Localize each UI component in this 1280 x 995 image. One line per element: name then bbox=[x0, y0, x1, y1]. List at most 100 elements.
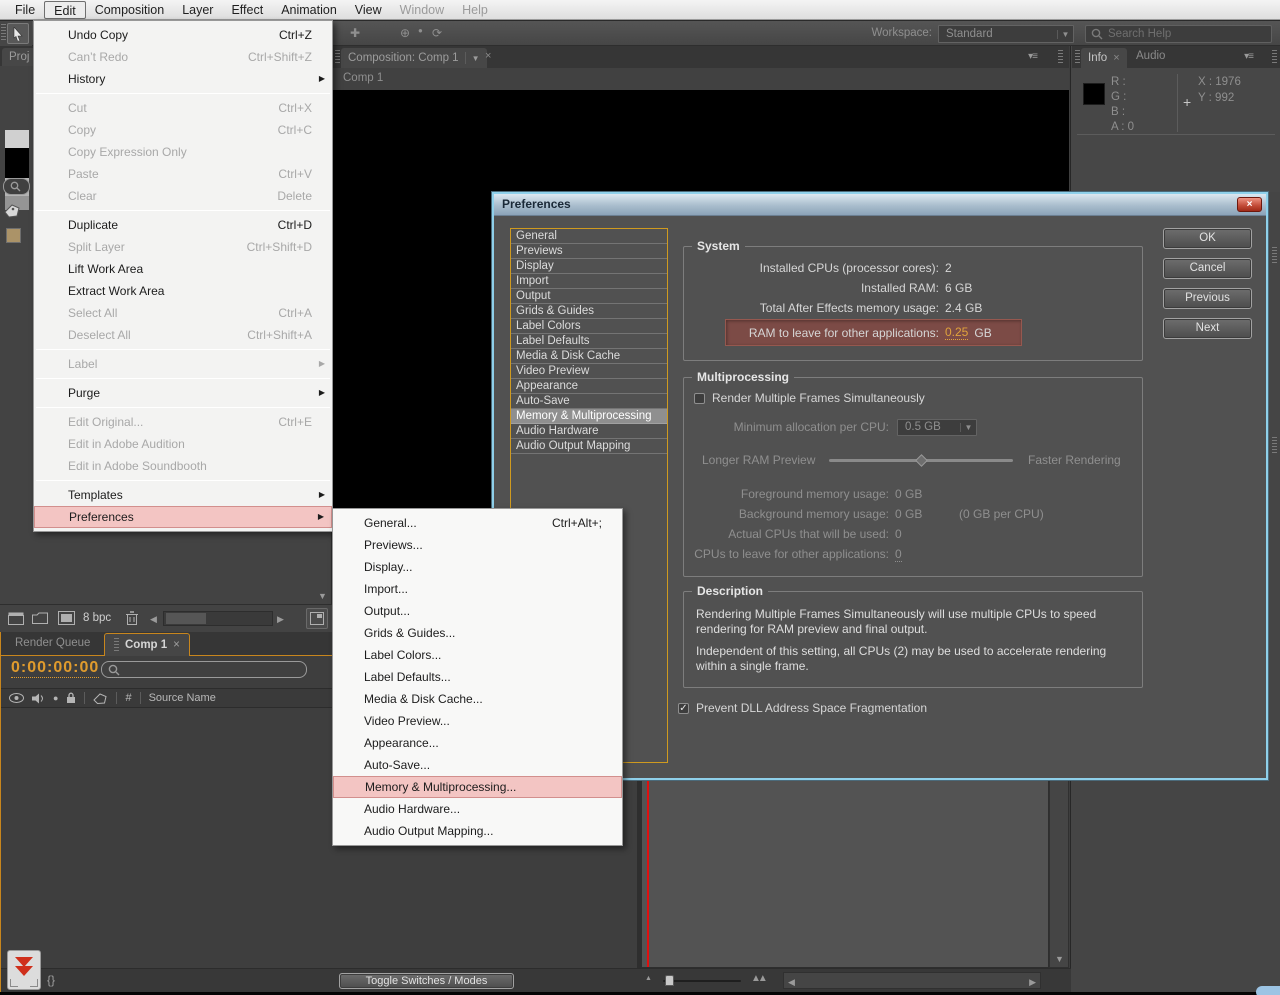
flowchart-button[interactable] bbox=[7, 950, 41, 990]
move-anchor-tool-icon[interactable]: ✚ bbox=[350, 26, 360, 40]
timeline-search-input[interactable] bbox=[101, 661, 307, 678]
scroll-left-icon[interactable]: ◀ bbox=[788, 977, 795, 988]
current-timecode[interactable]: 0:00:00:00 bbox=[11, 659, 100, 678]
menu-item-label[interactable]: Label ▶ bbox=[34, 353, 332, 375]
menu-file[interactable]: File bbox=[6, 1, 44, 19]
menu-item-copy[interactable]: Copy Ctrl+C bbox=[34, 119, 332, 141]
scroll-left-icon[interactable]: ◀ bbox=[150, 614, 157, 625]
tab-comp-1[interactable]: Comp 1 × bbox=[104, 633, 190, 656]
interpret-footage-icon[interactable] bbox=[8, 612, 24, 625]
scroll-right-icon[interactable]: ▶ bbox=[1029, 977, 1036, 988]
category-label-defaults[interactable]: Label Defaults bbox=[511, 334, 667, 349]
menu-item-history[interactable]: History ▶ bbox=[34, 68, 332, 90]
expand-collapse-icon[interactable]: {} bbox=[47, 973, 55, 987]
rotate-tool-icon[interactable]: ⟳ bbox=[432, 26, 442, 40]
category-media-disk-cache[interactable]: Media & Disk Cache bbox=[511, 349, 667, 364]
dialog-titlebar[interactable]: Preferences bbox=[494, 194, 1266, 216]
delete-trash-icon[interactable] bbox=[126, 611, 138, 625]
menu-help[interactable]: Help bbox=[453, 1, 497, 19]
ram-preview-slider[interactable] bbox=[829, 454, 1013, 467]
cancel-button[interactable]: Cancel bbox=[1163, 258, 1252, 279]
source-name-column[interactable]: Source Name bbox=[149, 692, 216, 704]
close-icon[interactable]: × bbox=[173, 639, 180, 651]
category-memory-multiprocessing[interactable]: Memory & Multiprocessing bbox=[511, 409, 667, 424]
category-grids-guides[interactable]: Grids & Guides bbox=[511, 304, 667, 319]
search-help-input[interactable]: Search Help bbox=[1085, 25, 1272, 43]
panel-grip[interactable] bbox=[335, 50, 340, 65]
menu-item-edit-original[interactable]: Edit Original... Ctrl+E bbox=[34, 411, 332, 433]
scroll-down-icon[interactable]: ▼ bbox=[1055, 954, 1064, 964]
solo-icon[interactable]: ● bbox=[53, 693, 58, 703]
menu-item-undo-copy[interactable]: Undo Copy Ctrl+Z bbox=[34, 24, 332, 46]
render-multiple-frames-checkbox[interactable] bbox=[694, 392, 705, 404]
submenu-item-appearance[interactable]: Appearance... bbox=[333, 732, 622, 754]
toggle-switches-modes-button[interactable]: Toggle Switches / Modes bbox=[339, 973, 514, 989]
min-allocation-dropdown[interactable]: 0.5 GB ▼ bbox=[897, 418, 977, 436]
tab-composition[interactable]: Composition: Comp 1 ▼ bbox=[341, 48, 487, 68]
menu-item-duplicate[interactable]: Duplicate Ctrl+D bbox=[34, 214, 332, 236]
project-search-input[interactable] bbox=[3, 178, 30, 195]
submenu-item-memory-multiprocessing[interactable]: Memory & Multiprocessing... bbox=[333, 776, 622, 798]
panel-grip[interactable] bbox=[1272, 437, 1277, 453]
category-display[interactable]: Display bbox=[511, 259, 667, 274]
selection-tool-button[interactable] bbox=[7, 23, 29, 44]
menu-view[interactable]: View bbox=[346, 1, 391, 19]
menu-item-cant-redo[interactable]: Can’t Redo Ctrl+Shift+Z bbox=[34, 46, 332, 68]
category-label-colors[interactable]: Label Colors bbox=[511, 319, 667, 334]
menu-window[interactable]: Window bbox=[391, 1, 453, 19]
project-hscrollbar[interactable] bbox=[163, 611, 273, 626]
category-audio-hardware[interactable]: Audio Hardware bbox=[511, 424, 667, 439]
submenu-item-audio-output-mapping[interactable]: Audio Output Mapping... bbox=[333, 820, 622, 842]
submenu-item-display[interactable]: Display... bbox=[333, 556, 622, 578]
menu-item-lift-work-area[interactable]: Lift Work Area bbox=[34, 258, 332, 280]
prevent-dll-checkbox[interactable]: ✓ bbox=[678, 702, 689, 714]
menu-item-edit-in-soundbooth[interactable]: Edit in Adobe Soundbooth bbox=[34, 455, 332, 477]
submenu-item-audio-hardware[interactable]: Audio Hardware... bbox=[333, 798, 622, 820]
panel-menu-icon[interactable]: ▾≡ bbox=[1244, 51, 1254, 62]
previous-button[interactable]: Previous bbox=[1163, 288, 1252, 309]
video-eye-icon[interactable] bbox=[9, 693, 24, 703]
category-appearance[interactable]: Appearance bbox=[511, 379, 667, 394]
panel-grip[interactable] bbox=[1272, 247, 1277, 263]
timeline-zoom-slider[interactable] bbox=[663, 975, 741, 986]
category-auto-save[interactable]: Auto-Save bbox=[511, 394, 667, 409]
menu-item-clear[interactable]: Clear Delete bbox=[34, 185, 332, 207]
audio-speaker-icon[interactable] bbox=[32, 693, 45, 704]
menu-item-preferences[interactable]: Preferences ▶ bbox=[34, 506, 332, 528]
category-previews[interactable]: Previews bbox=[511, 244, 667, 259]
scroll-right-icon[interactable]: ▶ bbox=[277, 614, 284, 625]
submenu-item-general[interactable]: General... Ctrl+Alt+; bbox=[333, 512, 622, 534]
panel-grip[interactable] bbox=[1058, 50, 1063, 65]
submenu-item-previews[interactable]: Previews... bbox=[333, 534, 622, 556]
menu-item-purge[interactable]: Purge ▶ bbox=[34, 382, 332, 404]
submenu-item-media-disk-cache[interactable]: Media & Disk Cache... bbox=[333, 688, 622, 710]
menu-item-edit-in-audition[interactable]: Edit in Adobe Audition bbox=[34, 433, 332, 455]
tab-render-queue[interactable]: Render Queue bbox=[15, 637, 90, 649]
menu-layer[interactable]: Layer bbox=[173, 1, 222, 19]
menu-edit[interactable]: Edit bbox=[44, 0, 86, 19]
tab-audio[interactable]: Audio bbox=[1136, 50, 1165, 62]
zoom-in-mountain-icon[interactable]: ▲▲ bbox=[751, 973, 768, 984]
menu-item-split-layer[interactable]: Split Layer Ctrl+Shift+D bbox=[34, 236, 332, 258]
panel-grip[interactable] bbox=[1272, 50, 1277, 65]
new-composition-icon[interactable] bbox=[58, 611, 75, 625]
workspace-dropdown[interactable]: Standard ▼ bbox=[938, 25, 1074, 43]
cpus-to-leave-value[interactable]: 0 bbox=[895, 547, 902, 562]
panel-menu-icon[interactable]: ▾≡ bbox=[1028, 51, 1038, 62]
lock-icon[interactable] bbox=[66, 692, 76, 704]
menu-item-deselect-all[interactable]: Deselect All Ctrl+Shift+A bbox=[34, 324, 332, 346]
category-video-preview[interactable]: Video Preview bbox=[511, 364, 667, 379]
label-color-swatch[interactable] bbox=[6, 228, 21, 243]
slider-thumb[interactable] bbox=[915, 454, 928, 467]
menu-item-cut[interactable]: Cut Ctrl+X bbox=[34, 97, 332, 119]
ok-button[interactable]: OK bbox=[1163, 228, 1252, 249]
index-column-icon[interactable]: # bbox=[125, 692, 131, 704]
submenu-item-label-colors[interactable]: Label Colors... bbox=[333, 644, 622, 666]
close-icon[interactable]: × bbox=[485, 50, 491, 62]
category-output[interactable]: Output bbox=[511, 289, 667, 304]
zoom-slider-thumb[interactable] bbox=[665, 975, 674, 986]
category-import[interactable]: Import bbox=[511, 274, 667, 289]
menu-effect[interactable]: Effect bbox=[222, 1, 272, 19]
category-audio-output-mapping[interactable]: Audio Output Mapping bbox=[511, 439, 667, 454]
submenu-item-output[interactable]: Output... bbox=[333, 600, 622, 622]
